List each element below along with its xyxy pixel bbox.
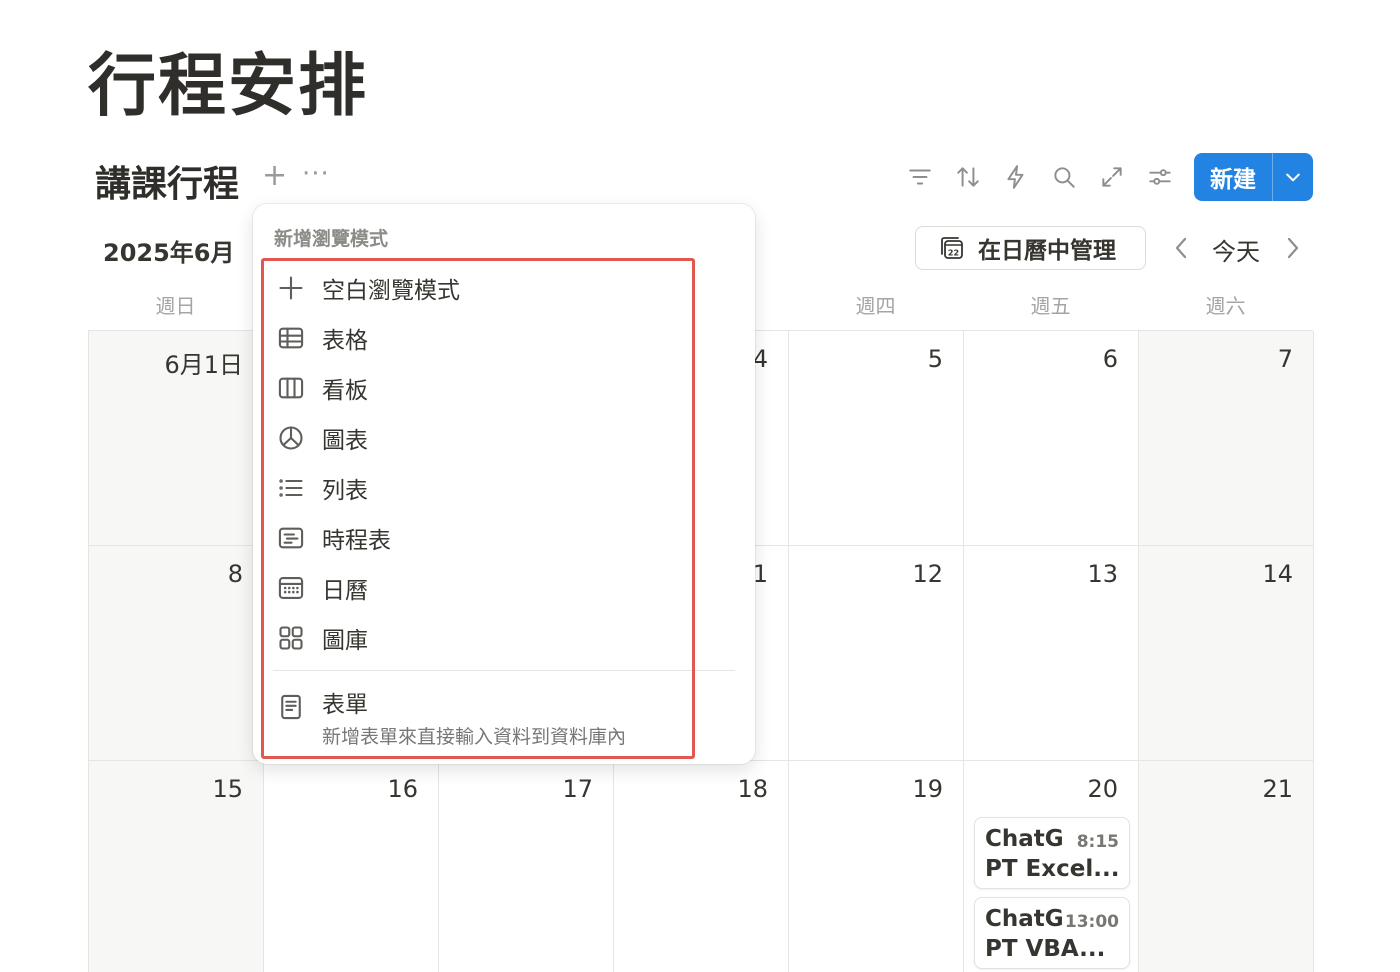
- menu-item-form[interactable]: 表單: [277, 682, 368, 722]
- day-cell[interactable]: 21: [1139, 761, 1314, 972]
- new-button-group: 新建: [1194, 153, 1313, 201]
- add-view-button[interactable]: +: [262, 160, 287, 192]
- new-button[interactable]: 新建: [1194, 153, 1272, 201]
- list-icon: [279, 479, 303, 497]
- day-cell[interactable]: 12: [789, 546, 964, 761]
- day-number: 18: [737, 775, 768, 803]
- day-cell[interactable]: 20 ChatG PT Excel... 8:15 ChatG PT VBA..…: [964, 761, 1139, 972]
- add-view-menu: 新增瀏覽模式 空白瀏覽模式 表格 看板 圖表 列表 時程表 日曆 圖庫 表單 新…: [253, 204, 755, 764]
- weekday-label: 週四: [855, 294, 896, 318]
- filter-icon[interactable]: [896, 153, 944, 201]
- sort-icon[interactable]: [944, 153, 992, 201]
- previous-month-button[interactable]: [1169, 234, 1193, 262]
- chart-icon: [279, 426, 303, 450]
- day-cell[interactable]: 19: [789, 761, 964, 972]
- menu-item-calendar[interactable]: 日曆: [277, 568, 368, 608]
- event-card[interactable]: ChatG PT Excel... 8:15: [974, 817, 1130, 889]
- settings-icon[interactable]: [1136, 153, 1184, 201]
- event-card[interactable]: ChatG PT VBA... 13:00: [974, 897, 1130, 969]
- day-number: 5: [927, 345, 943, 373]
- day-number: 13: [1087, 560, 1118, 588]
- menu-item-chart[interactable]: 圖表: [277, 418, 368, 458]
- today-button[interactable]: 今天: [1212, 232, 1260, 267]
- form-icon: [281, 694, 301, 720]
- menu-item-blank-view[interactable]: 空白瀏覽模式: [277, 268, 460, 308]
- chevron-left-icon: [1175, 237, 1187, 259]
- weekday-label: 週日: [155, 294, 196, 318]
- menu-item-label: 表格: [322, 328, 368, 354]
- calendar-icon: [278, 577, 304, 599]
- event-time: 13:00: [1064, 912, 1119, 932]
- day-number: 21: [1262, 775, 1293, 803]
- day-cell[interactable]: 14: [1139, 546, 1314, 761]
- event-title-line: PT VBA...: [985, 936, 1106, 962]
- day-cell[interactable]: 16: [264, 761, 439, 972]
- chevron-down-icon: [1286, 173, 1300, 182]
- day-cell[interactable]: 18: [614, 761, 789, 972]
- month-label: 2025年6月: [103, 239, 235, 267]
- day-number: 19: [912, 775, 943, 803]
- manage-in-calendar-button[interactable]: 22 在日曆中管理: [915, 226, 1146, 270]
- menu-item-label: 表單: [322, 692, 368, 718]
- next-month-button[interactable]: [1281, 234, 1305, 262]
- manage-label: 在日曆中管理: [978, 238, 1116, 264]
- day-cell[interactable]: 6月1日: [89, 331, 264, 546]
- day-number: 14: [1262, 560, 1293, 588]
- page-title: 行程安排: [88, 47, 369, 126]
- menu-item-label: 日曆: [322, 578, 368, 604]
- gallery-icon: [279, 626, 303, 650]
- day-cell[interactable]: 5: [789, 331, 964, 546]
- day-number: 4: [752, 345, 768, 373]
- day-number: 6: [1102, 345, 1118, 373]
- menu-item-list[interactable]: 列表: [277, 468, 368, 508]
- weekday-label: 週六: [1205, 294, 1246, 318]
- day-number: 7: [1277, 345, 1293, 373]
- menu-item-timeline[interactable]: 時程表: [277, 518, 391, 558]
- day-number: 6月1日: [164, 351, 243, 379]
- menu-item-label: 列表: [322, 478, 368, 504]
- menu-header: 新增瀏覽模式: [274, 228, 389, 250]
- expand-icon[interactable]: [1088, 153, 1136, 201]
- day-cell[interactable]: 7: [1139, 331, 1314, 546]
- menu-item-table[interactable]: 表格: [277, 318, 368, 358]
- chevron-right-icon: [1287, 237, 1299, 259]
- new-dropdown-button[interactable]: [1273, 153, 1313, 201]
- day-cell[interactable]: 6: [964, 331, 1139, 546]
- day-cell[interactable]: 8: [89, 546, 264, 761]
- day-number: 12: [912, 560, 943, 588]
- menu-divider: [273, 670, 735, 671]
- more-options-button[interactable]: ···: [302, 158, 330, 190]
- day-cell[interactable]: 13: [964, 546, 1139, 761]
- day-number: 17: [562, 775, 593, 803]
- event-title-line: ChatG: [985, 906, 1064, 932]
- timeline-icon: [278, 527, 304, 549]
- menu-item-label: 空白瀏覽模式: [322, 278, 460, 304]
- menu-item-label: 看板: [322, 378, 368, 404]
- weekday-label: 週五: [1030, 294, 1071, 318]
- table-icon: [278, 327, 304, 349]
- menu-item-board[interactable]: 看板: [277, 368, 368, 408]
- search-icon[interactable]: [1040, 153, 1088, 201]
- database-title[interactable]: 講課行程: [95, 155, 239, 207]
- day-number: 20: [1087, 775, 1118, 803]
- plus-icon: [279, 276, 303, 300]
- event-time: 8:15: [1076, 832, 1119, 852]
- day-number: 8: [227, 560, 243, 588]
- menu-item-label: 時程表: [322, 528, 391, 554]
- board-icon: [278, 377, 304, 399]
- svg-text:22: 22: [948, 249, 959, 258]
- event-title-line: PT Excel...: [985, 856, 1119, 882]
- menu-item-label: 圖庫: [322, 628, 368, 654]
- day-number: 16: [387, 775, 418, 803]
- menu-item-gallery[interactable]: 圖庫: [277, 618, 368, 658]
- menu-item-label: 圖表: [322, 428, 368, 454]
- day-cell[interactable]: 15: [89, 761, 264, 972]
- form-description: 新增表單來直接輸入資料到資料庫內: [322, 726, 627, 748]
- day-number: 15: [212, 775, 243, 803]
- event-title-line: ChatG: [985, 826, 1064, 852]
- calendar-app-icon: 22: [941, 237, 963, 259]
- database-toolbar: 新建: [896, 153, 1313, 201]
- day-cell[interactable]: 17: [439, 761, 614, 972]
- automation-icon[interactable]: [992, 153, 1040, 201]
